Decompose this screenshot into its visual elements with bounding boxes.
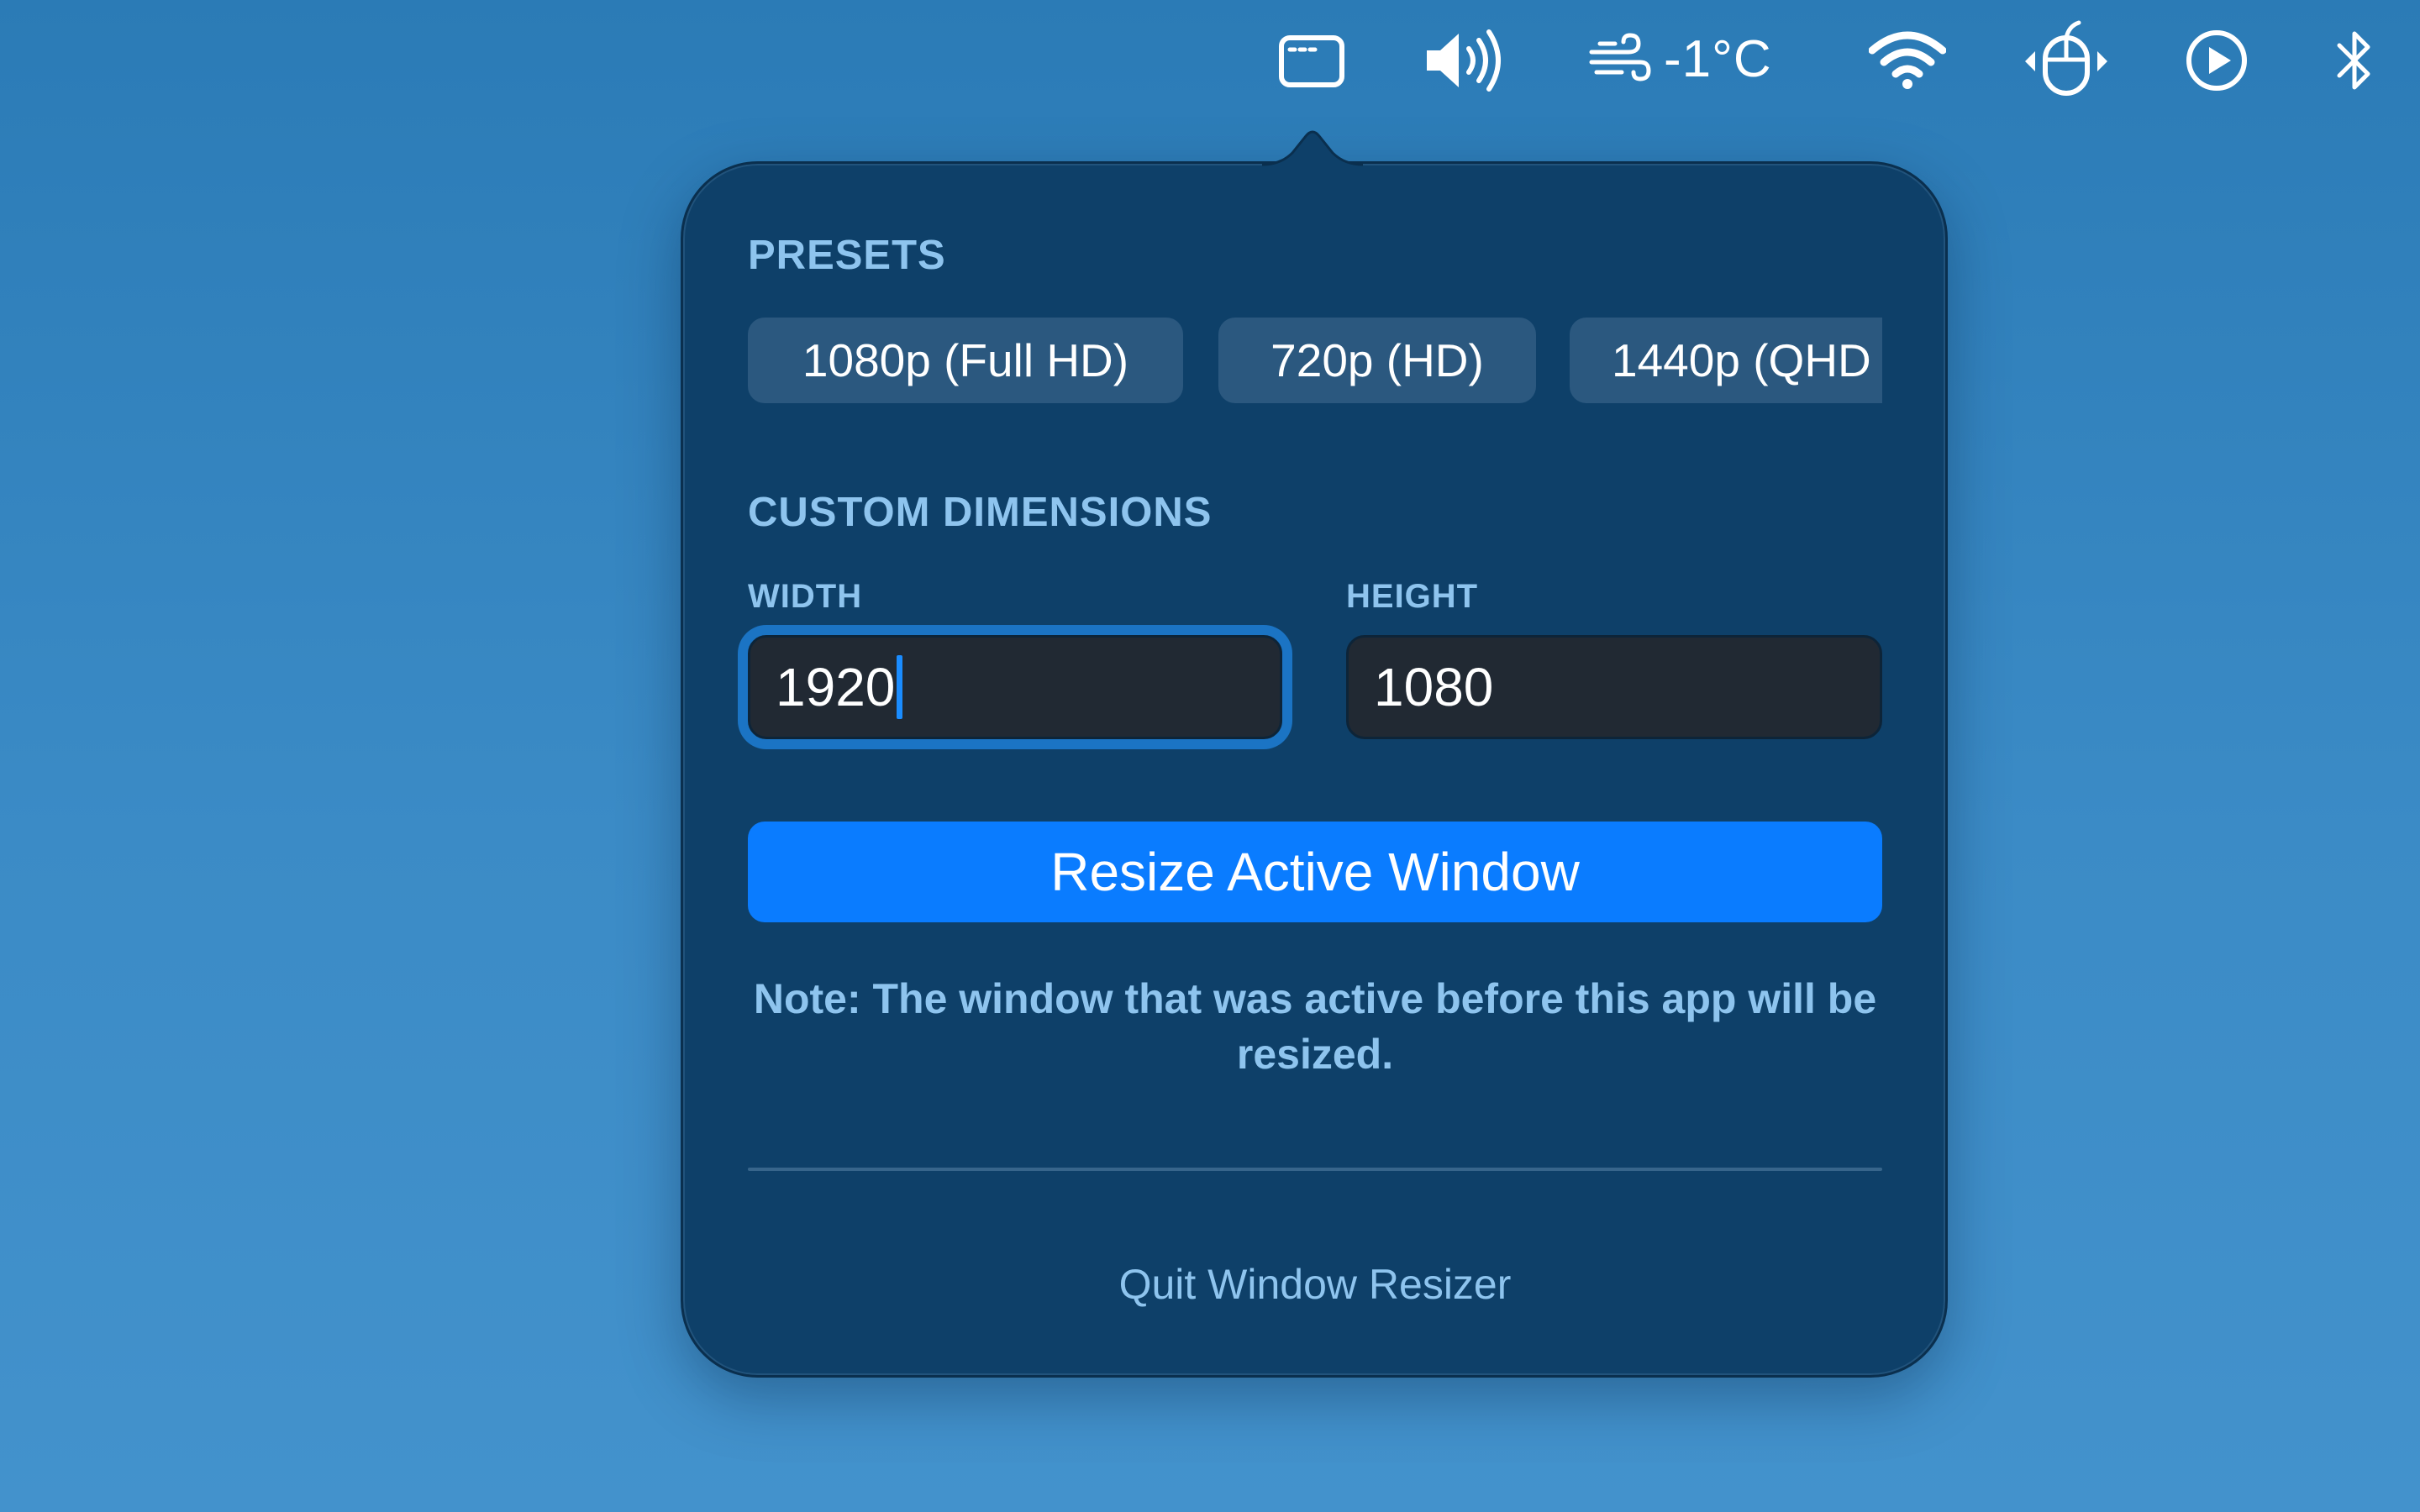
note-text: Note: The window that was active before … bbox=[753, 975, 1877, 1078]
wind-icon bbox=[1588, 32, 1652, 86]
height-input[interactable]: 1080 bbox=[1346, 635, 1882, 739]
bluetooth-icon[interactable] bbox=[2328, 25, 2381, 96]
preset-720p-button[interactable]: 720p (HD) bbox=[1218, 318, 1536, 403]
weather-widget[interactable]: -1°C bbox=[1588, 25, 1772, 92]
weather-temperature: -1°C bbox=[1664, 29, 1772, 88]
preset-1080p-button[interactable]: 1080p (Full HD) bbox=[748, 318, 1183, 403]
window-resizer-icon[interactable] bbox=[1276, 29, 1348, 92]
divider bbox=[748, 1168, 1882, 1171]
presets-row: 1080p (Full HD) 720p (HD) 1440p (QHD bbox=[748, 318, 1882, 403]
width-label: WIDTH bbox=[748, 578, 863, 615]
text-caret bbox=[897, 655, 903, 719]
resize-active-window-button[interactable]: Resize Active Window bbox=[748, 822, 1882, 922]
preset-1440p-button[interactable]: 1440p (QHD bbox=[1570, 318, 1882, 403]
custom-dimensions-heading: CUSTOM DIMENSIONS bbox=[748, 490, 1213, 535]
width-value: 1920 bbox=[776, 657, 896, 717]
wifi-icon[interactable] bbox=[1867, 29, 1948, 92]
quit-button[interactable]: Quit Window Resizer bbox=[748, 1260, 1882, 1309]
popover-arrow bbox=[1262, 130, 1363, 166]
height-label: HEIGHT bbox=[1346, 578, 1479, 615]
volume-icon[interactable] bbox=[1420, 25, 1512, 96]
height-value: 1080 bbox=[1374, 657, 1494, 717]
presets-heading: PRESETS bbox=[748, 233, 946, 278]
mouse-icon[interactable] bbox=[2020, 18, 2112, 99]
width-input[interactable]: 1920 bbox=[748, 635, 1282, 739]
play-circle-icon[interactable] bbox=[2183, 27, 2250, 94]
